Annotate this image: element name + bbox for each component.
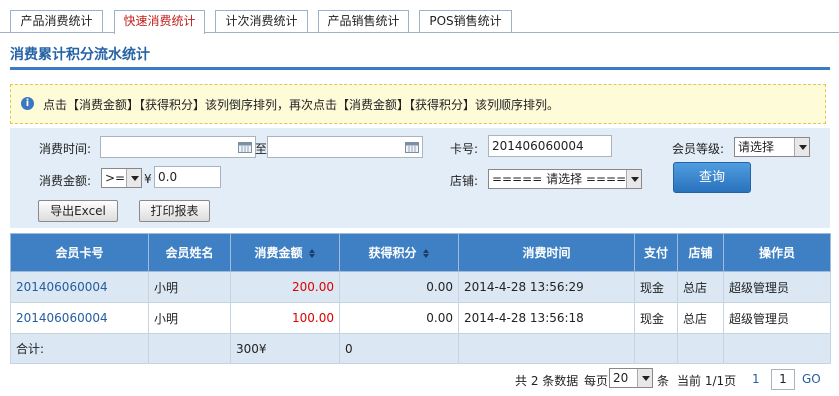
col-header-name: 会员姓名: [148, 233, 231, 272]
chevron-down-icon: [794, 138, 809, 156]
table-row: 201406060004 小明 200.00 0.00 2014-4-28 13…: [10, 271, 831, 303]
summary-empty: [148, 333, 231, 364]
tab-quick-consumption[interactable]: 快速消费统计: [114, 10, 205, 34]
sort-icon[interactable]: [422, 249, 430, 258]
sort-icon[interactable]: [308, 249, 316, 258]
table-header-row: 会员卡号 会员姓名 消费金额 获得积分 消费时间 支付 店铺 操作员: [10, 233, 831, 272]
amount-label: 消费金额:: [39, 174, 92, 188]
col-header-points-label: 获得积分: [368, 246, 417, 260]
store-select[interactable]: ===== 请选择 =====: [488, 169, 642, 189]
page-input[interactable]: 1: [771, 369, 795, 390]
per-page-value: 20: [613, 371, 629, 385]
cell-time: 2014-4-28 13:56:29: [458, 271, 635, 303]
col-header-amount[interactable]: 消费金额: [230, 233, 340, 272]
col-header-pay: 支付: [634, 233, 678, 272]
col-header-time: 消费时间: [458, 233, 635, 272]
time-from-input[interactable]: [100, 136, 256, 158]
info-icon: i: [21, 97, 34, 110]
currency-symbol: ¥: [144, 172, 152, 186]
cell-points: 0.00: [339, 271, 459, 303]
time-label: 消费时间:: [39, 142, 92, 156]
summary-empty: [634, 333, 678, 364]
consumption-table: 会员卡号 会员姓名 消费金额 获得积分 消费时间 支付 店铺 操作员 20140…: [10, 233, 831, 364]
cell-amount: 200.00: [230, 271, 340, 303]
cell-pay: 现金: [634, 271, 678, 303]
cell-store: 总店: [677, 271, 724, 303]
summary-points: 0: [339, 333, 459, 364]
tab-product-consumption[interactable]: 产品消费统计: [10, 10, 103, 33]
tab-pos-sales[interactable]: POS销售统计: [419, 10, 512, 33]
summary-empty: [458, 333, 635, 364]
query-button[interactable]: 查询: [673, 162, 751, 193]
chevron-down-icon: [126, 169, 141, 187]
summary-label: 合计:: [10, 333, 149, 364]
page-title: 消费累计积分流水统计: [10, 47, 150, 63]
summary-row: 合计: 300¥ 0: [10, 333, 831, 364]
pager-total: 共 2 条数据: [515, 374, 579, 388]
card-label: 卡号:: [450, 142, 479, 156]
calendar-icon[interactable]: [238, 141, 252, 153]
col-header-amount-label: 消费金额: [254, 246, 303, 260]
cell-time: 2014-4-28 13:56:18: [458, 302, 635, 334]
cell-operator: 超级管理员: [723, 271, 831, 303]
cell-operator: 超级管理员: [723, 302, 831, 334]
cell-pay: 现金: [634, 302, 678, 334]
calendar-icon[interactable]: [405, 141, 419, 153]
title-divider: [10, 67, 830, 70]
card-link[interactable]: 201406060004: [16, 311, 108, 325]
store-value: ===== 请选择 =====: [492, 172, 637, 186]
store-label: 店铺:: [450, 174, 479, 188]
time-to-input[interactable]: [267, 136, 423, 158]
chevron-down-icon: [637, 369, 652, 387]
summary-empty: [677, 333, 724, 364]
card-number-input[interactable]: 201406060004: [488, 135, 612, 157]
cell-amount: 100.00: [230, 302, 340, 334]
amount-operator-select[interactable]: >=: [101, 168, 142, 188]
col-header-operator: 操作员: [723, 233, 831, 272]
per-page-select[interactable]: 20: [609, 368, 653, 388]
tab-bar: 产品消费统计 快速消费统计 计次消费统计 产品销售统计 POS销售统计: [0, 0, 839, 34]
summary-empty: [723, 333, 831, 364]
print-report-button[interactable]: 打印报表: [139, 200, 210, 222]
search-panel: 消费时间: 至 卡号: 201406060004 会员等级: 请选择 消费金额:…: [10, 128, 830, 228]
tab-count-consumption[interactable]: 计次消费统计: [215, 10, 308, 33]
col-header-store: 店铺: [677, 233, 724, 272]
pager-current: 当前 1/1页: [677, 374, 737, 388]
col-header-points[interactable]: 获得积分: [339, 233, 459, 272]
cell-card[interactable]: 201406060004: [10, 271, 149, 303]
page-link[interactable]: 1: [752, 372, 760, 386]
chevron-down-icon: [626, 170, 641, 188]
member-level-value: 请选择: [738, 140, 775, 154]
tab-product-sales[interactable]: 产品销售统计: [318, 10, 409, 33]
cell-name: 小明: [148, 302, 231, 334]
card-link[interactable]: 201406060004: [16, 280, 108, 294]
go-link[interactable]: GO: [802, 372, 821, 386]
amount-input[interactable]: 0.0: [154, 166, 221, 188]
member-level-select[interactable]: 请选择: [734, 137, 810, 157]
member-level-label: 会员等级:: [672, 142, 725, 156]
col-header-card: 会员卡号: [10, 233, 149, 272]
pager-per-page-label: 每页: [584, 374, 609, 388]
summary-amount: 300¥: [230, 333, 340, 364]
cell-store: 总店: [677, 302, 724, 334]
pager-per-page-unit: 条: [657, 374, 670, 388]
info-text: 点击【消费金额】【获得积分】该列倒序排列，再次点击【消费金额】【获得积分】该列顺…: [43, 98, 560, 112]
cell-points: 0.00: [339, 302, 459, 334]
cell-card[interactable]: 201406060004: [10, 302, 149, 334]
info-notice: i 点击【消费金额】【获得积分】该列倒序排列，再次点击【消费金额】【获得积分】该…: [10, 84, 826, 124]
export-excel-button[interactable]: 导出Excel: [38, 200, 118, 222]
amount-operator-value: >=: [105, 171, 126, 185]
cell-name: 小明: [148, 271, 231, 303]
table-row: 201406060004 小明 100.00 0.00 2014-4-28 13…: [10, 302, 831, 334]
to-label: 至: [255, 142, 268, 156]
